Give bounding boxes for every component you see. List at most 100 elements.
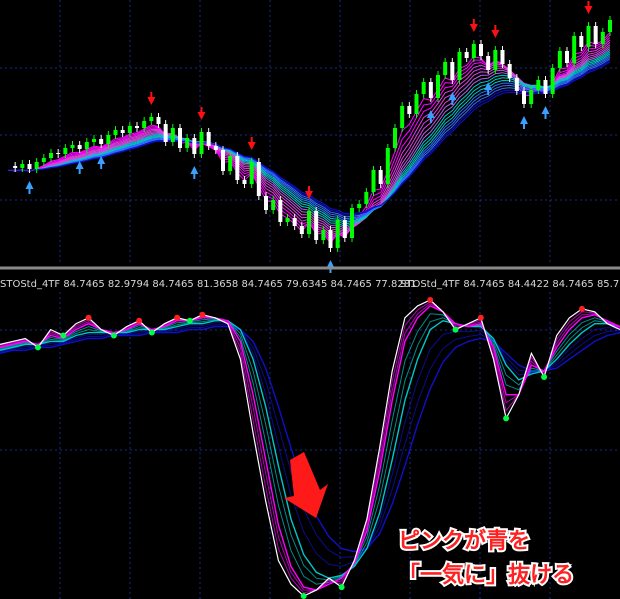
candle-body — [371, 170, 376, 192]
oscillator-line — [0, 325, 620, 553]
candle-body — [328, 230, 333, 248]
candle-body — [27, 164, 32, 169]
candle-body — [428, 82, 433, 98]
candle-body — [400, 106, 405, 128]
buy-signal-dot — [148, 329, 155, 336]
candle-body — [249, 162, 254, 184]
up-arrow — [426, 110, 435, 123]
up-arrow — [541, 106, 550, 119]
candle-body — [464, 52, 469, 58]
candle-body — [34, 162, 39, 169]
candle-body — [436, 75, 440, 98]
candle-body — [170, 128, 175, 142]
candle-body — [99, 139, 104, 144]
callout-arrow — [284, 452, 328, 518]
sell-signal-dot — [174, 314, 181, 321]
candle-body — [522, 91, 526, 104]
callout-line2: 「一気に」抜ける — [398, 562, 574, 588]
candle-body — [579, 36, 584, 47]
candle-body — [536, 80, 541, 90]
down-arrow — [469, 19, 478, 32]
candle-body — [113, 130, 118, 135]
candle-body — [235, 156, 240, 180]
candle-body — [163, 124, 168, 142]
candle-body — [106, 135, 111, 144]
candle-body — [557, 51, 562, 68]
buy-signal-dot — [338, 584, 345, 591]
buy-signal-dot — [541, 373, 548, 380]
candle-body — [593, 26, 598, 44]
chart-canvas: STOStd_4TF 84.7465 82.9794 84.7465 81.36… — [0, 0, 620, 599]
candle-body — [378, 170, 383, 184]
candle-body — [70, 145, 75, 148]
candle-body — [507, 64, 512, 78]
candle-body — [271, 200, 276, 210]
candle-body — [335, 220, 340, 248]
ribbon-line — [7, 46, 611, 231]
candle-body — [206, 132, 211, 146]
candle-body — [529, 90, 534, 104]
candle-body — [84, 142, 89, 149]
down-arrow — [247, 137, 256, 150]
down-arrow — [147, 92, 156, 105]
up-arrow — [190, 166, 199, 179]
candle-body — [543, 80, 548, 94]
candle-body — [292, 218, 297, 226]
sell-signal-dot — [579, 305, 586, 312]
up-arrow — [520, 116, 528, 129]
candle-body — [357, 204, 362, 208]
candle-body — [407, 106, 412, 114]
candle-body — [450, 62, 455, 80]
candle-body — [364, 192, 369, 204]
candle-body — [443, 62, 448, 75]
sell-signal-dot — [427, 297, 434, 303]
candle-body — [421, 82, 426, 94]
candle-body — [56, 153, 61, 154]
candle-body — [92, 139, 96, 142]
candle-body — [199, 132, 204, 154]
candle-body — [572, 36, 577, 63]
candle-body — [385, 148, 390, 184]
candle-body — [307, 211, 311, 234]
candle-body — [350, 208, 354, 238]
candle-body — [77, 145, 82, 149]
candle-body — [586, 26, 591, 47]
candle-body — [221, 150, 225, 171]
candle-body — [192, 138, 197, 154]
candle-body — [156, 117, 161, 124]
up-arrow — [484, 82, 493, 95]
oscillator-shade-line — [0, 324, 620, 559]
candle-body — [486, 56, 491, 70]
candle-body — [135, 126, 139, 128]
candle-body — [142, 121, 147, 128]
down-arrow — [584, 1, 593, 14]
buy-signal-dot — [34, 344, 41, 351]
candle-body — [278, 200, 283, 222]
candle-body — [500, 50, 505, 64]
candle-body — [13, 166, 18, 168]
buy-signal-dot — [452, 326, 459, 333]
candle-body — [20, 164, 25, 168]
buy-signal-dot — [110, 332, 117, 339]
candle-body — [213, 146, 218, 150]
candle-body — [514, 78, 519, 91]
candle-body — [264, 196, 268, 210]
buy-signal-dot — [186, 317, 193, 324]
candle-body — [63, 148, 68, 154]
candle-body — [600, 32, 605, 44]
sell-signal-dot — [199, 311, 206, 318]
candle-body — [493, 50, 498, 70]
down-arrow — [491, 25, 500, 38]
candle-body — [127, 126, 132, 133]
candle-body — [321, 230, 326, 240]
candle-body — [256, 162, 261, 196]
candle-body — [479, 44, 483, 56]
candle-body — [285, 218, 290, 222]
callout-line1: ピンクが青を — [398, 528, 530, 554]
down-arrow — [197, 107, 206, 120]
indicator-label-second: STOStd_4TF 84.7465 84.4422 84.7465 85.71… — [400, 279, 620, 290]
indicator-label: STOStd_4TF 84.7465 82.9794 84.7465 81.36… — [0, 279, 416, 290]
buy-signal-dot — [300, 593, 307, 599]
candle-body — [608, 20, 612, 32]
candle-body — [342, 220, 347, 238]
